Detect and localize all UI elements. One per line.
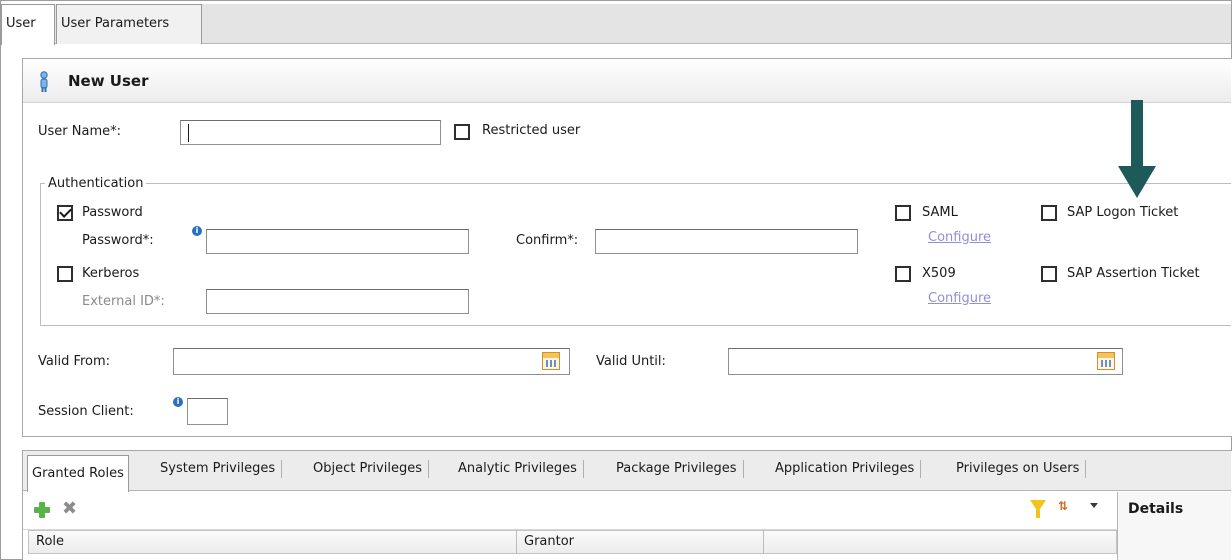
chevron-down-icon[interactable] [1090,503,1098,508]
panel-header [23,59,1231,103]
tab-privileges-on-users[interactable]: Privileges on Users [950,460,1087,478]
valid-until-calendar-icon[interactable] [1097,352,1115,370]
sort-icon[interactable]: ⇅ [1058,499,1068,513]
remove-icon[interactable]: ✖ [62,500,77,518]
authentication-legend: Authentication [45,176,147,191]
external-id-input[interactable] [206,289,469,314]
confirm-input[interactable] [595,229,858,254]
restricted-user-label: Restricted user [482,123,581,138]
kerberos-label: Kerberos [82,266,140,281]
external-id-label: External ID*: [82,294,165,309]
valid-from-calendar-icon[interactable] [542,352,560,370]
tab-analytic-privileges[interactable]: Analytic Privileges [452,460,584,478]
x509-configure-link[interactable]: Configure [928,291,991,306]
column-header-role[interactable]: Role [36,534,64,549]
annotation-arrow-head [1118,166,1156,198]
tab-user-parameters[interactable]: User Parameters [56,4,202,44]
saml-label: SAML [922,205,958,220]
panel-title: New User [68,72,149,90]
password-input[interactable] [206,229,469,254]
sap-logon-ticket-label: SAP Logon Ticket [1067,205,1179,220]
password-method-label: Password [82,205,143,220]
valid-from-input[interactable] [173,348,570,375]
valid-from-label: Valid From: [38,354,111,369]
tab-granted-roles[interactable]: Granted Roles [27,455,129,492]
x509-checkbox[interactable] [895,266,911,282]
sap-logon-ticket-checkbox[interactable] [1041,205,1057,221]
column-header-grantor[interactable]: Grantor [524,534,574,549]
saml-configure-link[interactable]: Configure [928,230,991,245]
user-name-input[interactable] [180,120,441,145]
tab-system-privileges[interactable]: System Privileges [154,460,283,478]
column-separator[interactable] [516,530,517,554]
annotation-arrow-shaft [1131,100,1143,174]
roles-toolbar [23,492,1117,530]
tab-application-privileges[interactable]: Application Privileges [769,460,922,478]
session-client-input[interactable] [187,398,228,425]
user-name-label: User Name*: [38,124,121,139]
password-label: Password*: [82,233,154,248]
filter-icon[interactable] [1030,500,1046,518]
valid-until-input[interactable] [728,348,1123,375]
text-cursor [188,124,189,142]
x509-label: X509 [922,266,956,281]
add-icon[interactable] [34,502,50,518]
person-icon [40,71,48,92]
tab-user[interactable]: User [1,4,55,45]
saml-checkbox[interactable] [895,205,911,221]
password-checkbox[interactable] [57,205,73,221]
session-client-info-icon[interactable]: i [173,397,183,407]
password-info-icon[interactable]: i [192,226,202,236]
kerberos-checkbox[interactable] [57,266,73,282]
tab-package-privileges[interactable]: Package Privileges [610,460,744,478]
confirm-label: Confirm*: [516,233,579,248]
session-client-label: Session Client: [38,404,134,419]
valid-until-label: Valid Until: [596,354,666,369]
restricted-user-checkbox[interactable] [454,124,470,140]
sap-assertion-ticket-checkbox[interactable] [1041,266,1057,282]
details-title: Details [1128,501,1184,517]
column-separator[interactable] [763,530,764,554]
tab-object-privileges[interactable]: Object Privileges [307,460,429,478]
sap-assertion-ticket-label: SAP Assertion Ticket [1067,266,1200,281]
